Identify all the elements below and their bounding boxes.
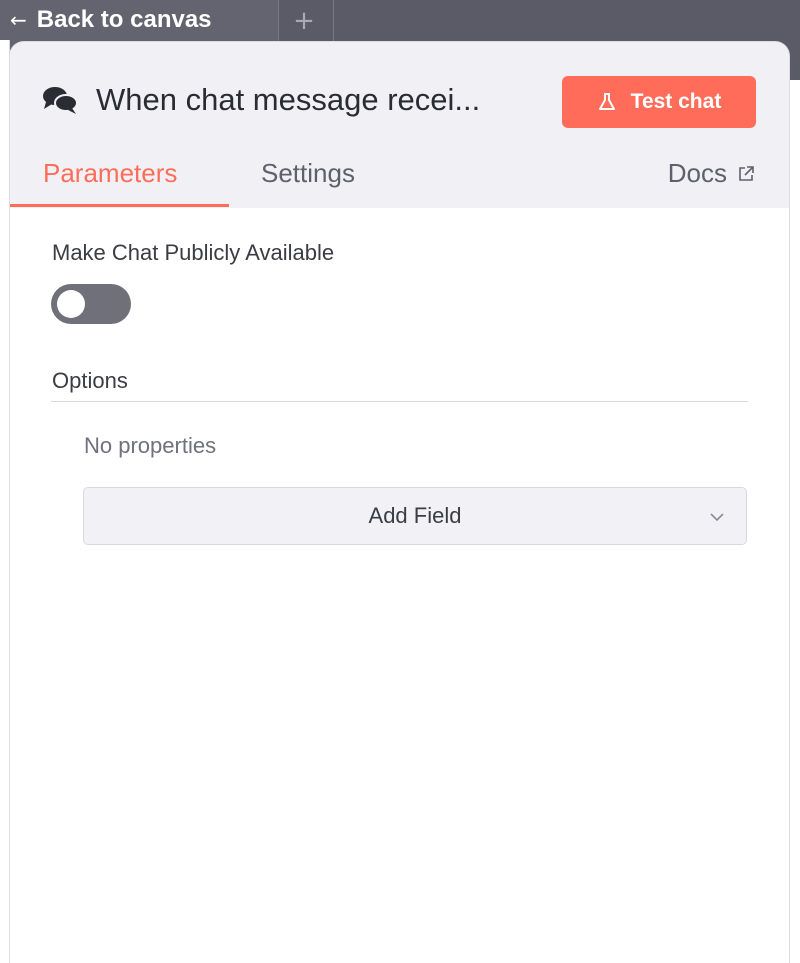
- options-divider: [51, 401, 748, 402]
- node-title[interactable]: When chat message recei...: [96, 82, 480, 118]
- arrow-left-icon: ←: [10, 8, 27, 32]
- panel-header: When chat message recei... Test chat Par…: [10, 42, 789, 208]
- public-toggle-label: Make Chat Publicly Available: [52, 240, 335, 265]
- tab-settings[interactable]: Settings: [261, 158, 355, 189]
- add-field-dropdown[interactable]: Add Field: [83, 487, 747, 545]
- public-toggle[interactable]: [51, 284, 131, 324]
- parameters-content: Make Chat Publicly Available Options No …: [10, 208, 789, 963]
- docs-link[interactable]: Docs: [668, 158, 755, 189]
- docs-label: Docs: [667, 158, 727, 188]
- back-to-canvas-link[interactable]: ← Back to canvas: [10, 4, 212, 36]
- active-tab-indicator: [10, 204, 229, 207]
- plus-icon[interactable]: +: [293, 8, 315, 34]
- back-to-canvas-label: Back to canvas: [36, 6, 212, 33]
- test-chat-label: Test chat: [630, 90, 722, 113]
- toggle-knob: [57, 290, 85, 318]
- node-title-row: When chat message recei...: [42, 80, 480, 120]
- panel-tabs: Parameters Settings Docs: [10, 150, 789, 208]
- options-label: Options: [52, 368, 128, 393]
- chat-bubbles-icon: [43, 87, 78, 114]
- flask-icon: [598, 93, 615, 110]
- canvas-left-edge: [0, 40, 10, 963]
- chevron-down-icon: [710, 513, 724, 522]
- no-properties-text: No properties: [84, 433, 217, 458]
- node-details-panel: When chat message recei... Test chat Par…: [10, 42, 789, 963]
- external-link-icon: [739, 165, 754, 181]
- test-chat-button[interactable]: Test chat: [562, 76, 756, 128]
- tab-parameters[interactable]: Parameters: [43, 158, 177, 189]
- add-field-label: Add Field: [368, 503, 462, 528]
